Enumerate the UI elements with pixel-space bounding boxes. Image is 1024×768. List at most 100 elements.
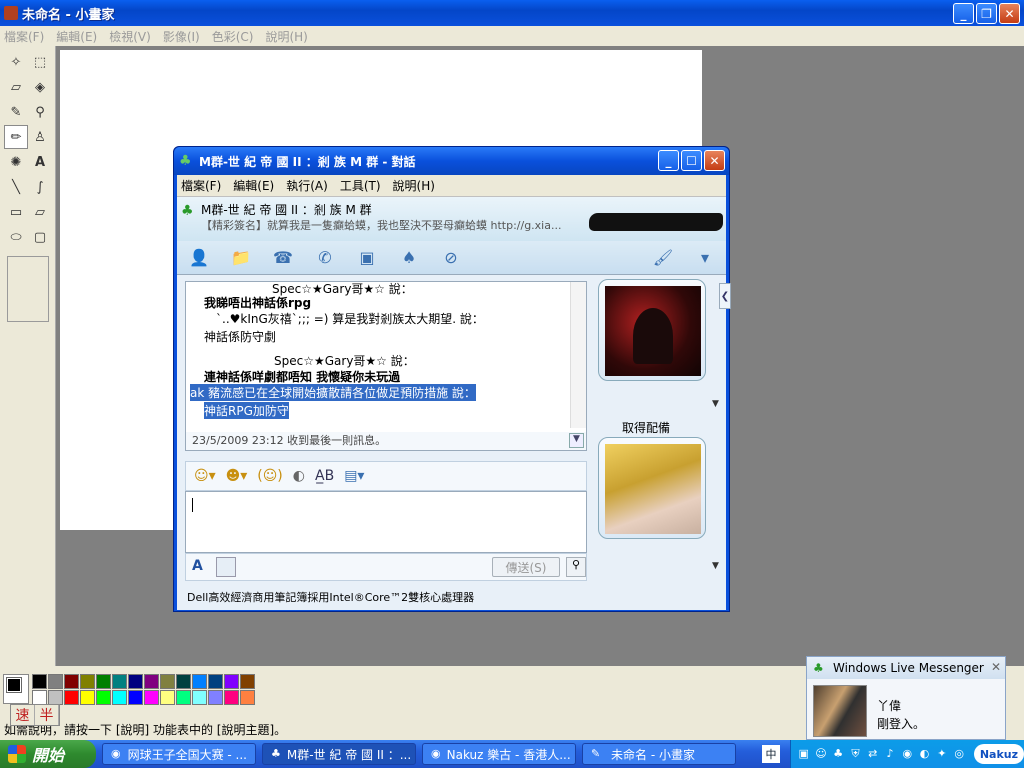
minimize-button[interactable]: _	[953, 3, 974, 24]
chat-close-button[interactable]: ✕	[704, 150, 725, 171]
brush-icon[interactable]: ♙	[28, 125, 52, 149]
history-scrollbar[interactable]	[570, 282, 586, 428]
network-icon[interactable]: ⇄	[866, 747, 879, 761]
color-swatch[interactable]	[224, 690, 239, 705]
color-swatch[interactable]	[224, 674, 239, 689]
free-select-icon[interactable]: ✧	[4, 50, 28, 74]
color-swatch[interactable]	[112, 690, 127, 705]
color-swatch[interactable]	[112, 674, 127, 689]
collapse-sidebar-icon[interactable]: ❮	[719, 283, 731, 309]
message-input[interactable]	[185, 491, 587, 553]
tool-options-box[interactable]	[7, 256, 49, 322]
tray-app-icon[interactable]: ◉	[901, 747, 914, 761]
emoticon-icon[interactable]: ☺▾	[194, 468, 216, 484]
chat-menu-tools[interactable]: 工具(T)	[340, 177, 381, 194]
curve-icon[interactable]: ∫	[28, 175, 52, 199]
my-avatar[interactable]	[598, 437, 706, 539]
color-swatch[interactable]	[32, 674, 47, 689]
taskbar-item[interactable]: ✎ 未命名 - 小畫家	[582, 743, 736, 765]
color-swatch[interactable]	[144, 674, 159, 689]
color-swatch[interactable]	[96, 674, 111, 689]
tray-app-icon[interactable]: ✦	[935, 747, 948, 761]
color-swatch[interactable]	[128, 690, 143, 705]
ellipse-icon[interactable]: ⬭	[4, 225, 28, 249]
rounded-rect-icon[interactable]: ▢	[28, 225, 52, 249]
games-icon[interactable]: ♠	[395, 245, 423, 271]
rect-select-icon[interactable]: ⬚	[28, 50, 52, 74]
font-icon[interactable]: A	[192, 558, 203, 574]
color-swatch[interactable]	[128, 674, 143, 689]
color-swatch[interactable]	[64, 690, 79, 705]
color-swatch[interactable]	[144, 690, 159, 705]
color-swatch[interactable]	[176, 690, 191, 705]
restore-button[interactable]: ❐	[976, 3, 997, 24]
video-call-icon[interactable]: ▣	[353, 245, 381, 271]
share-files-icon[interactable]: 📁	[227, 245, 255, 271]
color-swatch[interactable]	[80, 690, 95, 705]
volume-icon[interactable]: ♪	[883, 747, 896, 761]
chat-menu-edit[interactable]: 編輯(E)	[233, 177, 274, 194]
close-button[interactable]: ✕	[999, 3, 1020, 24]
airbrush-icon[interactable]: ✺	[4, 150, 28, 174]
current-colors[interactable]	[3, 674, 29, 704]
chat-maximize-button[interactable]: ☐	[681, 150, 702, 171]
nudge-icon[interactable]: (☺)	[257, 468, 283, 484]
chat-menu-help[interactable]: 說明(H)	[393, 177, 435, 194]
ime-mode-button[interactable]: 速	[11, 705, 35, 725]
menu-view[interactable]: 檢視(V)	[109, 28, 151, 45]
start-button[interactable]: 開始	[0, 740, 96, 768]
chevron-down-icon[interactable]: ▼	[712, 399, 719, 409]
color-swatch[interactable]	[208, 674, 223, 689]
text-tool-icon[interactable]: A	[28, 150, 52, 174]
color-swatch[interactable]	[96, 690, 111, 705]
avatar-caption[interactable]: 取得配備	[622, 419, 670, 436]
color-picker-icon[interactable]: ✎	[4, 100, 28, 124]
ime-width-button[interactable]: 半	[35, 705, 59, 725]
language-bar-icon[interactable]: 中	[762, 745, 780, 763]
chat-minimize-button[interactable]: _	[658, 150, 679, 171]
conversation-history[interactable]: Spec☆★Gary哥★☆ 說： 我睇唔出神話係rpg `..♥kInG灰禧`;…	[185, 281, 587, 451]
color-swatch[interactable]	[160, 674, 175, 689]
color-swatch[interactable]	[192, 674, 207, 689]
chat-menu-file[interactable]: 檔案(F)	[181, 177, 221, 194]
options-menu-icon[interactable]: ▾	[691, 245, 719, 271]
color-swatch[interactable]	[48, 674, 63, 689]
chat-menu-actions[interactable]: 執行(A)	[286, 177, 328, 194]
handwriting-icon[interactable]	[216, 557, 236, 577]
line-icon[interactable]: ╲	[4, 175, 28, 199]
invite-contact-icon[interactable]: 👤	[185, 245, 213, 271]
menu-colors[interactable]: 色彩(C)	[212, 28, 254, 45]
color-swatch[interactable]	[32, 690, 47, 705]
color-swatch[interactable]	[160, 690, 175, 705]
paint-title-bar[interactable]: 未命名 - 小畫家 _ ❐ ✕	[0, 0, 1024, 26]
chevron-down-icon[interactable]: ▼	[712, 561, 719, 571]
messenger-tray-icon[interactable]: ♣	[832, 747, 845, 761]
search-icon[interactable]: ⚲	[566, 557, 586, 577]
contact-avatar[interactable]	[598, 279, 706, 381]
color-swatch[interactable]	[48, 690, 63, 705]
color-swatch[interactable]	[176, 674, 191, 689]
color-swatch[interactable]	[192, 690, 207, 705]
messenger-notification[interactable]: ♣ Windows Live Messenger ✕ 丫偉 剛登入。	[806, 656, 1006, 740]
voice-clip-icon[interactable]: ◐	[293, 468, 305, 484]
paint-brush-icon[interactable]: 🖌	[649, 245, 677, 271]
color-swatch[interactable]	[240, 690, 255, 705]
menu-image[interactable]: 影像(I)	[163, 28, 200, 45]
history-expand-button[interactable]: ▼	[569, 433, 584, 448]
ad-banner[interactable]: Dell高效經濟商用筆記簿採用Intel®Core™2雙核心處理器	[187, 589, 474, 605]
pencil-icon[interactable]: ✏	[4, 125, 28, 149]
fill-bucket-icon[interactable]: ◈	[28, 75, 52, 99]
menu-help[interactable]: 說明(H)	[265, 28, 307, 45]
color-swatch[interactable]	[64, 674, 79, 689]
taskbar-item[interactable]: ◉ 网球王子全国大赛 - ...	[102, 743, 256, 765]
color-swatch[interactable]	[240, 674, 255, 689]
security-shield-icon[interactable]: ⛨	[849, 747, 862, 761]
color-swatch[interactable]	[208, 690, 223, 705]
taskbar-item[interactable]: ◉ Nakuz 樂古 - 香港人...	[422, 743, 576, 765]
tray-app-icon[interactable]: ◎	[953, 747, 966, 761]
menu-file[interactable]: 檔案(F)	[4, 28, 44, 45]
nakuz-tray-logo[interactable]: Nakuz	[973, 744, 1024, 764]
magnifier-icon[interactable]: ⚲	[28, 100, 52, 124]
phone-handset-icon[interactable]: ✆	[311, 245, 339, 271]
voice-call-icon[interactable]: ☎	[269, 245, 297, 271]
